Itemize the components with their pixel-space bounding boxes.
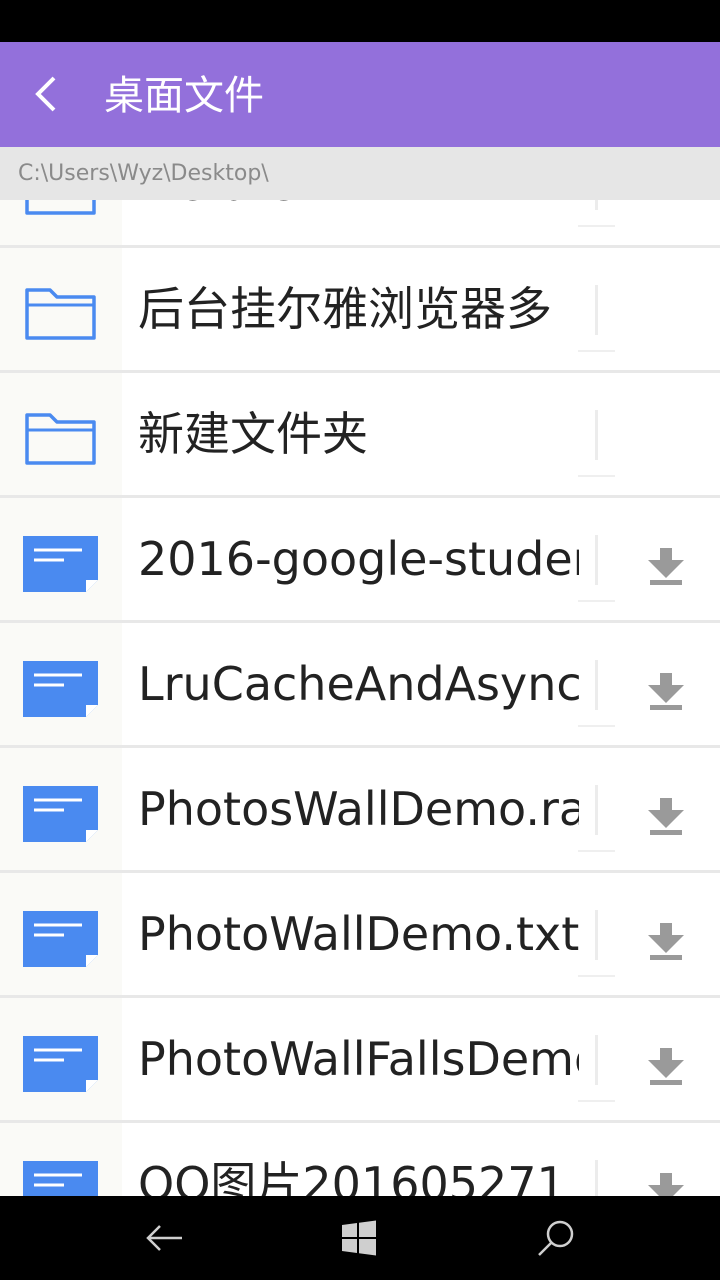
row-icon-area: [0, 1123, 122, 1196]
document-icon: [20, 909, 102, 969]
back-button[interactable]: [22, 68, 74, 120]
download-button[interactable]: [640, 792, 692, 840]
folder-row[interactable]: 后台挂尔雅浏览器多: [0, 225, 720, 373]
folder-row[interactable]: Picture: [0, 200, 720, 248]
file-name: QQ图片201605271: [138, 1157, 566, 1196]
column-divider: [595, 785, 598, 835]
column-divider: [595, 410, 598, 460]
file-row[interactable]: QQ图片201605271: [0, 1100, 720, 1196]
download-button[interactable]: [640, 917, 692, 965]
column-divider: [595, 285, 598, 335]
row-icon-area: [0, 873, 122, 995]
document-icon: [20, 534, 102, 594]
column-divider: [595, 535, 598, 585]
app-header: 桌面文件: [0, 42, 720, 147]
page-title: 桌面文件: [104, 73, 264, 119]
chevron-left-icon: [35, 76, 56, 112]
folder-icon: [20, 409, 102, 469]
download-arrow-icon: [648, 923, 684, 960]
search-icon: [538, 1220, 574, 1256]
status-bar: [0, 0, 720, 42]
back-arrow-icon: [146, 1225, 182, 1251]
file-name: PhotosWallDemo.rar: [138, 782, 579, 836]
file-name: 2016-google-student: [138, 532, 579, 586]
column-divider: [595, 200, 598, 210]
row-icon-area: [0, 200, 122, 245]
column-divider: [595, 1035, 598, 1085]
action-divider: [578, 225, 615, 227]
navigation-bar: [0, 1196, 720, 1280]
folder-icon: [20, 284, 102, 344]
folder-name: 后台挂尔雅浏览器多: [138, 282, 552, 336]
file-list[interactable]: Picture 后台挂尔雅浏览器多新建文件夹 2016-google-student…: [0, 200, 720, 1196]
download-arrow-icon: [648, 548, 684, 585]
download-arrow-icon: [648, 673, 684, 710]
folder-name: 新建文件夹: [138, 407, 368, 461]
folder-name: Picture: [138, 200, 579, 212]
row-icon-area: [0, 498, 122, 620]
action-divider: [578, 350, 615, 352]
path-bar: C:\Users\Wyz\Desktop\: [0, 147, 720, 200]
action-divider: [578, 975, 615, 977]
row-icon-area: [0, 373, 122, 495]
folder-icon: [20, 200, 102, 219]
file-row[interactable]: PhotosWallDemo.rar: [0, 725, 720, 873]
windows-logo-icon: [342, 1220, 376, 1256]
nav-search-button[interactable]: [532, 1214, 580, 1262]
action-divider: [578, 850, 615, 852]
document-icon: [20, 1159, 102, 1196]
folder-row[interactable]: 新建文件夹: [0, 350, 720, 498]
action-divider: [578, 725, 615, 727]
file-name: LruCacheAndAsyncTask: [138, 657, 579, 711]
download-arrow-icon: [648, 798, 684, 835]
download-button[interactable]: [640, 1167, 692, 1196]
action-divider: [578, 475, 615, 477]
download-button[interactable]: [640, 542, 692, 590]
column-divider: [595, 1160, 598, 1196]
document-icon: [20, 784, 102, 844]
breadcrumb: C:\Users\Wyz\Desktop\: [18, 161, 269, 186]
row-icon-area: [0, 748, 122, 870]
nav-home-button[interactable]: [336, 1214, 384, 1262]
row-icon-area: [0, 623, 122, 745]
file-row[interactable]: 2016-google-student: [0, 475, 720, 623]
column-divider: [595, 660, 598, 710]
download-arrow-icon: [648, 1173, 684, 1196]
file-name: PhotoWallFallsDemo: [138, 1032, 579, 1086]
nav-back-button[interactable]: [140, 1214, 188, 1262]
column-divider: [595, 910, 598, 960]
file-row[interactable]: LruCacheAndAsyncTask: [0, 600, 720, 748]
document-icon: [20, 659, 102, 719]
row-icon-area: [0, 248, 122, 370]
action-divider: [578, 1100, 615, 1102]
row-icon-area: [0, 998, 122, 1120]
file-name: PhotoWallDemo.txt: [138, 907, 579, 961]
download-arrow-icon: [648, 1048, 684, 1085]
download-button[interactable]: [640, 1042, 692, 1090]
file-row[interactable]: PhotoWallFallsDemo: [0, 975, 720, 1123]
action-divider: [578, 600, 615, 602]
file-row[interactable]: PhotoWallDemo.txt: [0, 850, 720, 998]
download-button[interactable]: [640, 667, 692, 715]
document-icon: [20, 1034, 102, 1094]
